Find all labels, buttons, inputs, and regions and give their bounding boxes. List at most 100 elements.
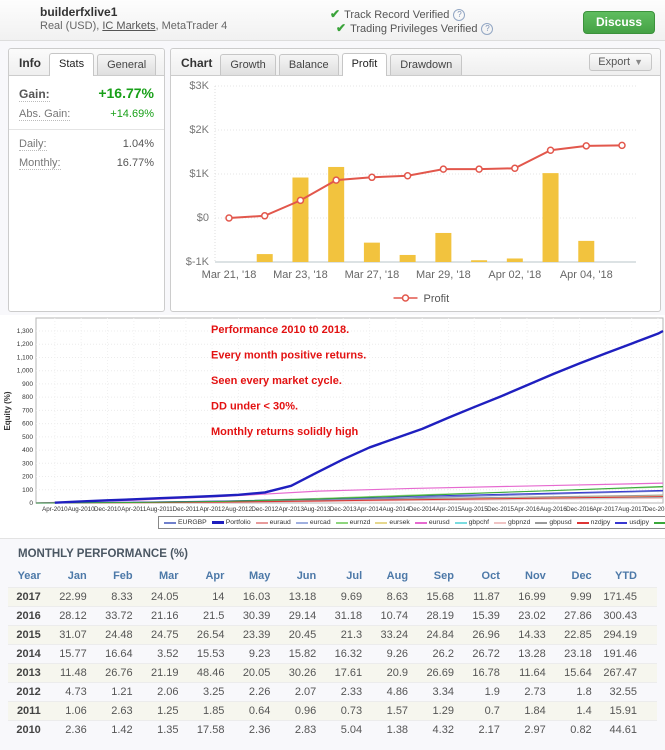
info-panel-tabs: Info StatsGeneral [9, 49, 164, 76]
svg-text:100: 100 [22, 487, 33, 494]
value-cell: 294.19 [600, 626, 657, 645]
broker-link[interactable]: IC Markets [102, 20, 155, 32]
abs-gain-row: Abs. Gain: +14.69% [9, 105, 164, 124]
value-cell: 21.5 [187, 607, 233, 626]
year-cell: 2013 [8, 664, 49, 683]
value-cell: 26.72 [462, 645, 508, 664]
track-record-verified: ✔Track Record Verified? [330, 7, 493, 21]
value-cell: 14 [187, 588, 233, 607]
value-cell: 44.61 [600, 721, 657, 740]
checkmark-icon: ✔ [336, 21, 346, 35]
value-cell: 31.18 [324, 607, 370, 626]
tab-growth[interactable]: Growth [220, 54, 275, 75]
table-row-2011: 20111.062.631.251.850.640.960.731.571.29… [8, 702, 657, 721]
value-cell: 1.21 [95, 683, 141, 702]
svg-text:200: 200 [22, 474, 33, 481]
value-cell: 26.76 [95, 664, 141, 683]
svg-text:Dec-2012: Dec-2012 [251, 506, 278, 513]
svg-text:Mar 27, '18: Mar 27, '18 [345, 269, 400, 281]
value-cell: 21.19 [141, 664, 187, 683]
value-cell: 20.05 [232, 664, 278, 683]
legend-item-gbpchf: gbpchf [455, 519, 489, 526]
value-cell: 2.26 [232, 683, 278, 702]
year-cell: 2012 [8, 683, 49, 702]
value-cell: 23.02 [508, 607, 554, 626]
value-cell: 13.18 [278, 588, 324, 607]
svg-text:$3K: $3K [189, 80, 209, 92]
svg-text:Monthly returns solidly high: Monthly returns solidly high [211, 426, 359, 438]
value-cell: 16.32 [324, 645, 370, 664]
svg-text:$0: $0 [197, 212, 209, 224]
value-cell: 21.3 [324, 626, 370, 645]
account-type-label: Real (USD), [40, 20, 102, 32]
profit-chart: $3K$2K$1K$0$-1KMar 21, '18Mar 23, '18Mar… [171, 76, 658, 309]
tab-general[interactable]: General [97, 54, 156, 75]
value-cell: 9.23 [232, 645, 278, 664]
value-cell: 0.73 [324, 702, 370, 721]
legend-item-usdsek-20-dd: usdsek 20%dd [654, 519, 665, 526]
tab-profit[interactable]: Profit [342, 53, 388, 76]
value-cell: 1.42 [95, 721, 141, 740]
svg-text:Profit: Profit [424, 293, 450, 305]
help-icon[interactable]: ? [453, 9, 465, 21]
svg-text:Mar 29, '18: Mar 29, '18 [416, 269, 471, 281]
column-header-feb: Feb [95, 565, 141, 588]
value-cell: 1.8 [554, 683, 600, 702]
tab-stats[interactable]: Stats [49, 53, 94, 76]
help-icon[interactable]: ? [481, 23, 493, 35]
monthly-value: 16.77% [117, 157, 154, 169]
value-cell: 33.72 [95, 607, 141, 626]
svg-text:$-1K: $-1K [186, 256, 210, 268]
value-cell: 15.91 [600, 702, 657, 721]
svg-text:300: 300 [22, 460, 33, 467]
verification-badges: ✔Track Record Verified? ✔Trading Privile… [330, 7, 493, 35]
discuss-button[interactable]: Discuss [583, 11, 655, 34]
monthly-row: Monthly: 16.77% [9, 154, 164, 173]
svg-text:Equity (%): Equity (%) [3, 391, 12, 430]
value-cell: 3.52 [141, 645, 187, 664]
table-row-2012: 20124.731.212.063.252.262.072.334.863.34… [8, 683, 657, 702]
value-cell: 17.61 [324, 664, 370, 683]
legend-item-eurgbp: EURGBP [164, 519, 207, 526]
value-cell: 15.68 [416, 588, 462, 607]
tab-drawdown[interactable]: Drawdown [390, 54, 462, 75]
value-cell: 29.14 [278, 607, 324, 626]
svg-text:Aug-2016: Aug-2016 [540, 506, 567, 513]
legend-line-swatch [535, 522, 547, 524]
export-button[interactable]: Export▼ [589, 53, 652, 71]
column-header-jun: Jun [278, 565, 324, 588]
abs-gain-value: +14.69% [110, 108, 154, 120]
table-row-2014: 201415.7716.643.5215.539.2315.8216.329.2… [8, 645, 657, 664]
column-header-aug: Aug [370, 565, 416, 588]
monthly-label: Monthly: [19, 157, 61, 170]
value-cell: 31.07 [49, 626, 95, 645]
value-cell: 15.39 [462, 607, 508, 626]
svg-text:1,100: 1,100 [17, 354, 34, 361]
column-header-year: Year [8, 565, 49, 588]
divider [9, 129, 164, 130]
svg-text:Apr 04, '18: Apr 04, '18 [560, 269, 613, 281]
legend-item-eurnzd: eurnzd [336, 519, 371, 526]
equity-chart: 01002003004005006007008009001,0001,1001,… [0, 315, 665, 538]
value-cell: 13.28 [508, 645, 554, 664]
svg-text:800: 800 [22, 394, 33, 401]
tab-balance[interactable]: Balance [279, 54, 339, 75]
value-cell: 0.82 [554, 721, 600, 740]
svg-text:Dec-2014: Dec-2014 [409, 506, 436, 513]
column-header-sep: Sep [416, 565, 462, 588]
legend-line-swatch [375, 522, 387, 524]
table-row-2013: 201311.4826.7621.1948.4620.0530.2617.612… [8, 664, 657, 683]
legend-line-swatch [415, 522, 427, 524]
value-cell: 28.12 [49, 607, 95, 626]
column-header-jan: Jan [49, 565, 95, 588]
value-cell: 16.03 [232, 588, 278, 607]
trading-privileges-verified: ✔Trading Privileges Verified? [336, 21, 493, 35]
daily-label: Daily: [19, 138, 47, 151]
column-header-may: May [232, 565, 278, 588]
value-cell: 1.85 [187, 702, 233, 721]
table-row-2015: 201531.0724.4824.7526.5423.3920.4521.333… [8, 626, 657, 645]
value-cell: 10.74 [370, 607, 416, 626]
value-cell: 2.07 [278, 683, 324, 702]
value-cell: 1.29 [416, 702, 462, 721]
svg-text:Aug-2013: Aug-2013 [303, 506, 330, 513]
